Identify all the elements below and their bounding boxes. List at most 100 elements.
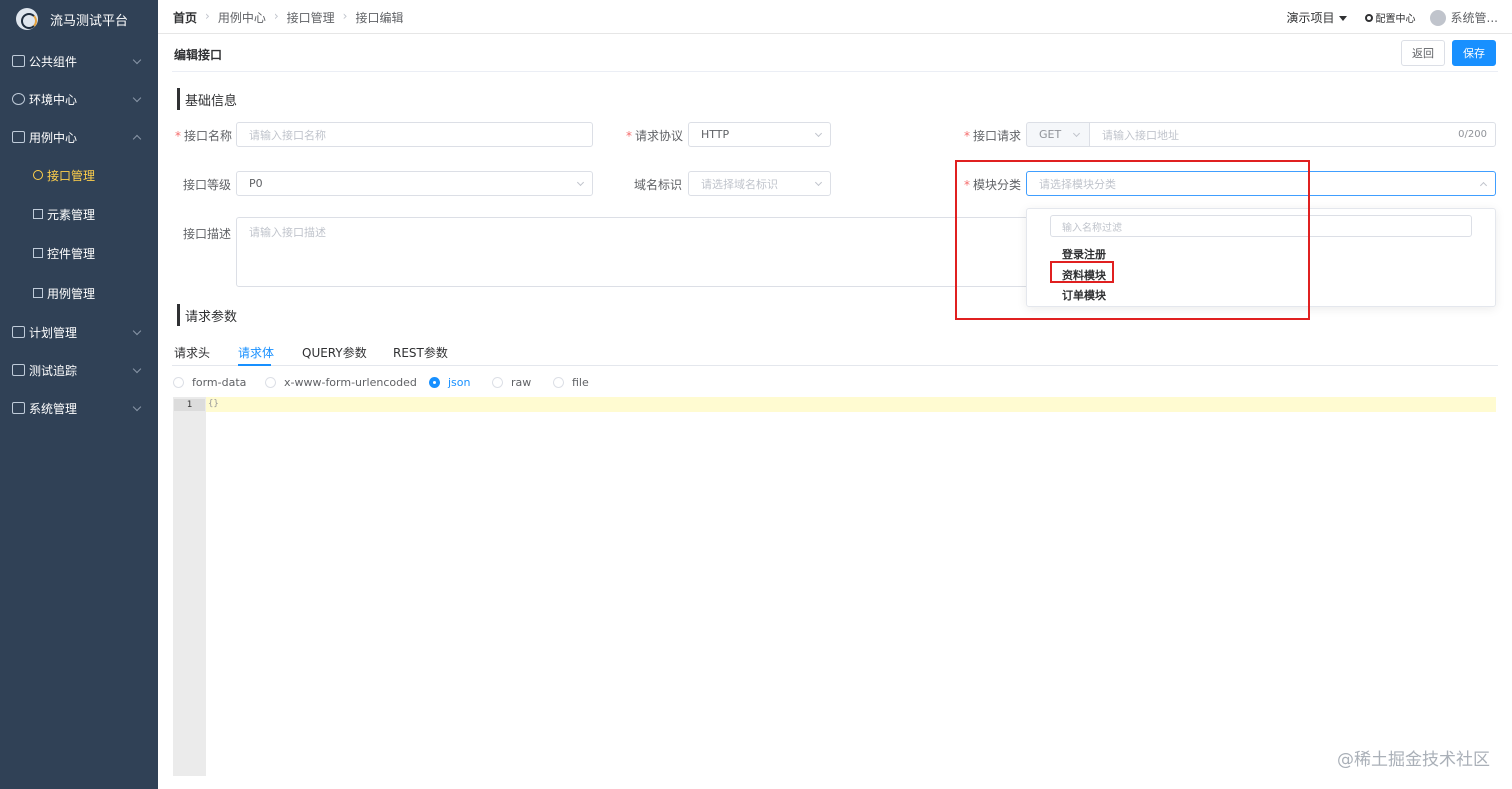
protocol-label: * 请求协议 xyxy=(626,127,683,144)
breadcrumb-item[interactable]: 接口管理 xyxy=(287,9,335,26)
method-select[interactable]: GET xyxy=(1026,122,1090,147)
name-label-text: 接口名称 xyxy=(184,129,233,143)
user-name: 系统管... xyxy=(1450,11,1498,25)
radio-label: json xyxy=(448,376,471,389)
required-mark: * xyxy=(964,129,970,143)
save-button[interactable]: 保存 xyxy=(1452,40,1496,66)
tab-rest[interactable]: REST参数 xyxy=(393,344,448,361)
layout-icon xyxy=(33,248,43,258)
window-icon xyxy=(33,209,43,219)
sidebar-item-tracking[interactable]: 测试追踪 xyxy=(0,351,158,389)
line-number: 1 xyxy=(174,399,205,411)
tab-active-indicator xyxy=(238,364,271,366)
breadcrumb-item[interactable]: 用例中心 xyxy=(218,9,266,26)
annotation-box xyxy=(955,160,1310,320)
radio-checked-icon xyxy=(429,377,440,388)
back-button[interactable]: 返回 xyxy=(1401,40,1445,66)
sidebar-item-label: 测试追踪 xyxy=(29,363,78,378)
radio-json[interactable]: json xyxy=(429,376,471,389)
required-mark: * xyxy=(626,129,632,143)
url-counter: 0/200 xyxy=(1458,129,1487,140)
chevron-down-icon xyxy=(576,178,585,187)
request-label-text: 接口请求 xyxy=(973,129,1022,143)
project-selector[interactable]: 演示项目 xyxy=(1287,9,1347,26)
radio-file[interactable]: file xyxy=(553,376,589,389)
caret-down-icon xyxy=(1338,16,1347,21)
radio-icon xyxy=(492,377,503,388)
case-icon xyxy=(12,131,25,143)
editor-gutter xyxy=(173,397,206,776)
sidebar-subitem-label: 用例管理 xyxy=(47,286,96,301)
chevron-up-icon xyxy=(1479,181,1488,190)
top-header: 首页 › 用例中心 › 接口管理 › 接口编辑 演示项目 配置中心 系统管... xyxy=(158,0,1512,34)
level-value: P0 xyxy=(249,177,263,190)
sidebar-item-label: 用例中心 xyxy=(29,130,78,145)
chevron-down-icon xyxy=(814,178,823,187)
gear-icon xyxy=(1364,13,1373,22)
sidebar-item-case-center[interactable]: 用例中心 xyxy=(0,118,158,156)
radio-form-data[interactable]: form-data xyxy=(173,376,246,389)
sidebar-item-label: 环境中心 xyxy=(29,92,78,107)
sidebar-subitem-element[interactable]: 元素管理 xyxy=(0,195,158,233)
section-title-params: 请求参数 xyxy=(177,304,237,326)
config-center-label: 配置中心 xyxy=(1375,14,1416,25)
editor-code[interactable]: {} xyxy=(208,399,219,409)
sidebar-item-label: 系统管理 xyxy=(29,401,78,416)
sidebar-item-label: 公共组件 xyxy=(29,54,78,69)
domain-select[interactable]: 请选择域名标识 xyxy=(688,171,831,196)
breadcrumb: 首页 › 用例中心 › 接口管理 › 接口编辑 xyxy=(173,9,412,26)
sidebar: 流马测试平台 公共组件 环境中心 用例中心 接口管理 元素管理 控件管理 用例管… xyxy=(0,0,158,789)
sidebar-subitem-api[interactable]: 接口管理 xyxy=(0,156,158,194)
tab-query[interactable]: QUERY参数 xyxy=(302,344,367,361)
chevron-down-icon xyxy=(132,326,142,336)
chevron-down-icon xyxy=(1072,129,1081,138)
sidebar-item-public-components[interactable]: 公共组件 xyxy=(0,42,158,80)
config-center-link[interactable]: 配置中心 xyxy=(1364,10,1416,25)
sidebar-subitem-label: 元素管理 xyxy=(47,207,96,222)
name-label: * 接口名称 xyxy=(175,127,232,144)
protocol-select[interactable]: HTTP xyxy=(688,122,831,147)
domain-placeholder: 请选择域名标识 xyxy=(701,177,778,191)
breadcrumb-separator-icon: › xyxy=(205,9,210,23)
chevron-up-icon xyxy=(132,134,142,144)
breadcrumb-item[interactable]: 首页 xyxy=(173,9,197,26)
sidebar-item-system[interactable]: 系统管理 xyxy=(0,389,158,427)
chevron-down-icon xyxy=(132,402,142,412)
avatar xyxy=(1429,9,1446,26)
protocol-value: HTTP xyxy=(701,128,730,141)
tab-headers[interactable]: 请求头 xyxy=(174,344,210,361)
sidebar-subitem-case[interactable]: 用例管理 xyxy=(0,274,158,312)
report-icon xyxy=(12,364,25,376)
tab-body[interactable]: 请求体 xyxy=(238,344,274,361)
header-actions: 演示项目 配置中心 系统管... xyxy=(1287,9,1498,26)
editor-active-line[interactable] xyxy=(206,397,1496,412)
required-mark: * xyxy=(175,129,181,143)
level-label: 接口等级 xyxy=(183,178,232,192)
url-input[interactable]: 请输入接口地址 0/200 xyxy=(1089,122,1496,147)
chevron-down-icon xyxy=(132,93,142,103)
grid-icon xyxy=(12,402,25,414)
project-name: 演示项目 xyxy=(1286,11,1335,25)
calendar-icon xyxy=(12,326,25,338)
radio-icon xyxy=(553,377,564,388)
radio-urlencoded[interactable]: x-www-form-urlencoded xyxy=(265,376,417,389)
sidebar-subitem-control[interactable]: 控件管理 xyxy=(0,234,158,272)
level-select[interactable]: P0 xyxy=(236,171,593,196)
radio-raw[interactable]: raw xyxy=(492,376,531,389)
logo: 流马测试平台 xyxy=(0,0,158,38)
component-icon xyxy=(12,55,25,67)
user-menu[interactable]: 系统管... xyxy=(1429,9,1498,26)
desc-label: 接口描述 xyxy=(183,227,232,241)
sidebar-item-plan[interactable]: 计划管理 xyxy=(0,313,158,351)
name-input[interactable]: 请输入接口名称 xyxy=(236,122,593,147)
url-placeholder: 请输入接口地址 xyxy=(1102,128,1179,142)
breadcrumb-item: 接口编辑 xyxy=(355,11,404,25)
name-placeholder: 请输入接口名称 xyxy=(249,128,326,142)
desc-textarea[interactable]: 请输入接口描述 xyxy=(236,217,1036,287)
app-title: 流马测试平台 xyxy=(50,13,129,29)
clock-icon xyxy=(33,288,43,298)
sidebar-item-environment[interactable]: 环境中心 xyxy=(0,80,158,118)
logo-icon xyxy=(16,8,38,30)
section-title-basic: 基础信息 xyxy=(177,88,237,110)
watermark: @稀土掘金技术社区 xyxy=(1337,750,1490,770)
